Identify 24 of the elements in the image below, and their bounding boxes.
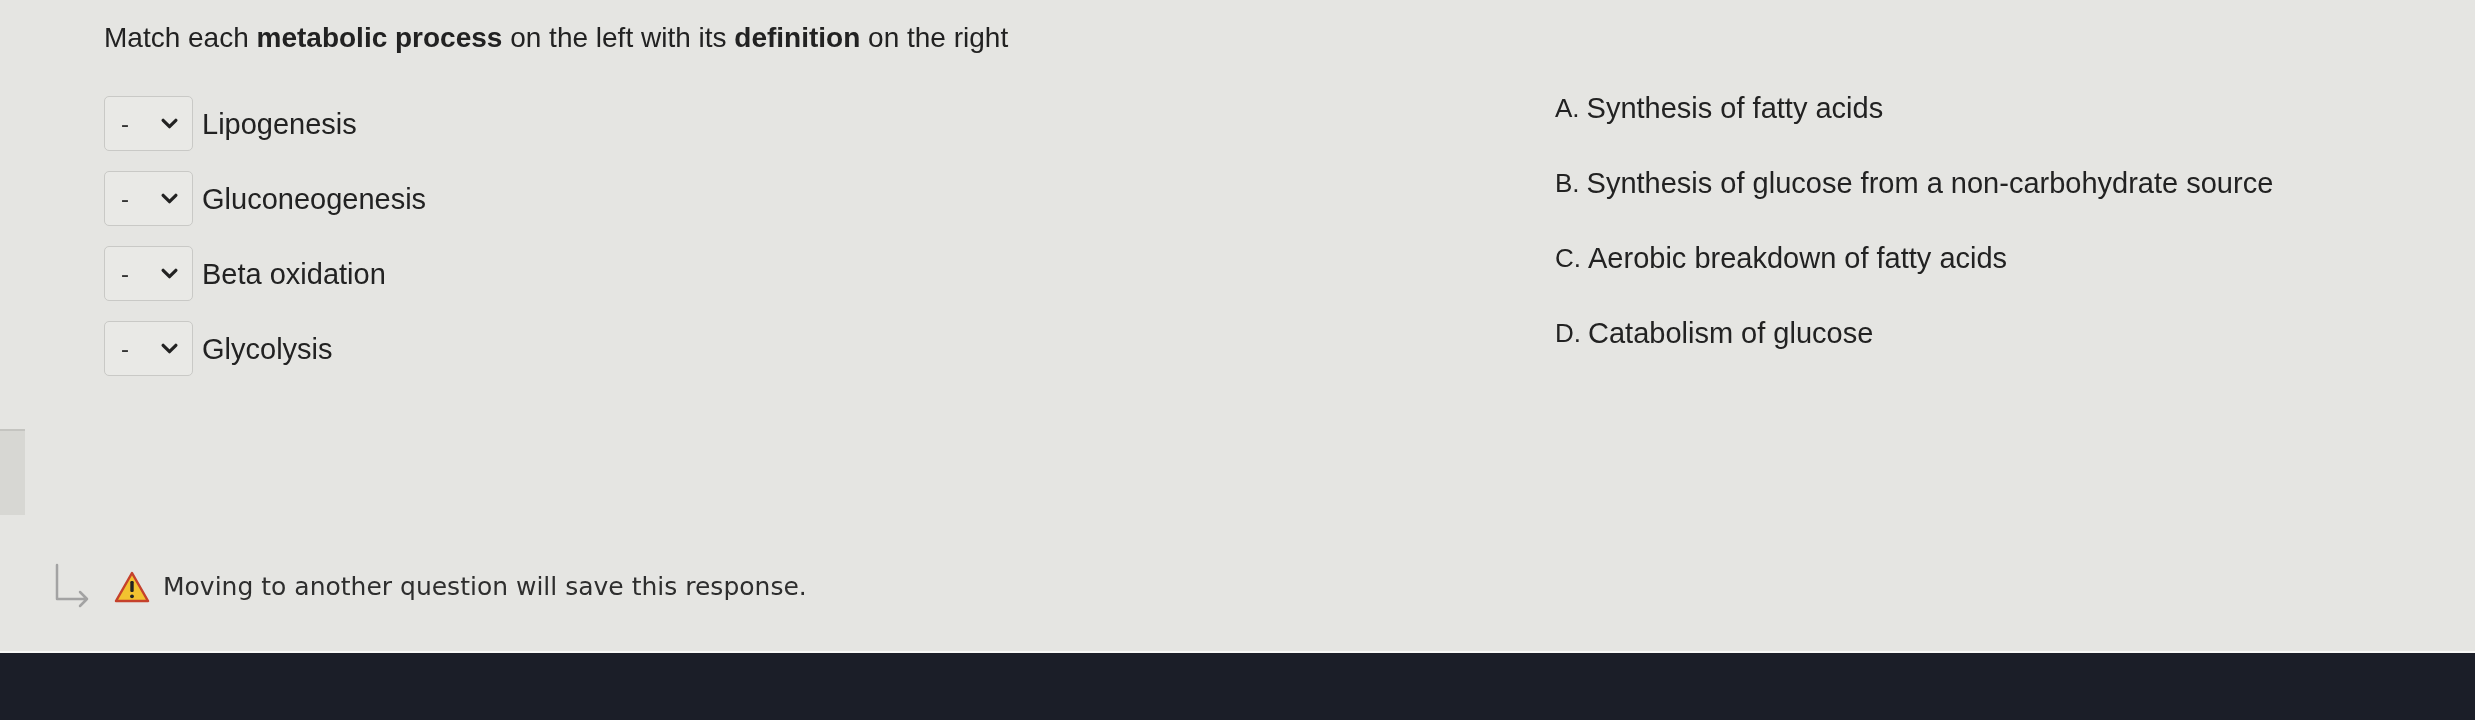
- answer-dropdown[interactable]: -: [104, 171, 193, 226]
- definition-text: Catabolism of glucose: [1588, 315, 1874, 350]
- definition-text: Aerobic breakdown of fatty acids: [1588, 240, 2008, 275]
- definition-letter: A.: [1555, 91, 1580, 124]
- chevron-down-icon: [161, 268, 178, 279]
- answer-dropdown[interactable]: -: [104, 96, 193, 151]
- process-term: Gluconeogenesis: [202, 181, 427, 216]
- answer-dropdown[interactable]: -: [104, 321, 193, 376]
- definition-letter: D.: [1555, 316, 1581, 349]
- chevron-down-icon: [161, 118, 178, 129]
- definition-letter: B.: [1555, 166, 1580, 199]
- warning-icon: [114, 571, 150, 603]
- definition-letter: C.: [1555, 241, 1581, 274]
- definition-text: Synthesis of glucose from a non-carbohydrate source: [1586, 165, 2274, 200]
- process-term: Beta oxidation: [202, 256, 386, 291]
- answer-dropdown[interactable]: -: [104, 246, 193, 301]
- definition-text: Synthesis of fatty acids: [1586, 90, 1884, 125]
- chevron-down-icon: [161, 193, 178, 204]
- save-notice: Moving to another question will save this response.: [163, 571, 807, 603]
- question-prompt: Match each metabolic process on the left with its definition on the right: [104, 22, 1009, 54]
- side-tab[interactable]: [0, 429, 25, 515]
- process-term: Lipogenesis: [202, 106, 357, 141]
- process-term: Glycolysis: [202, 331, 333, 366]
- chevron-down-icon: [161, 343, 178, 354]
